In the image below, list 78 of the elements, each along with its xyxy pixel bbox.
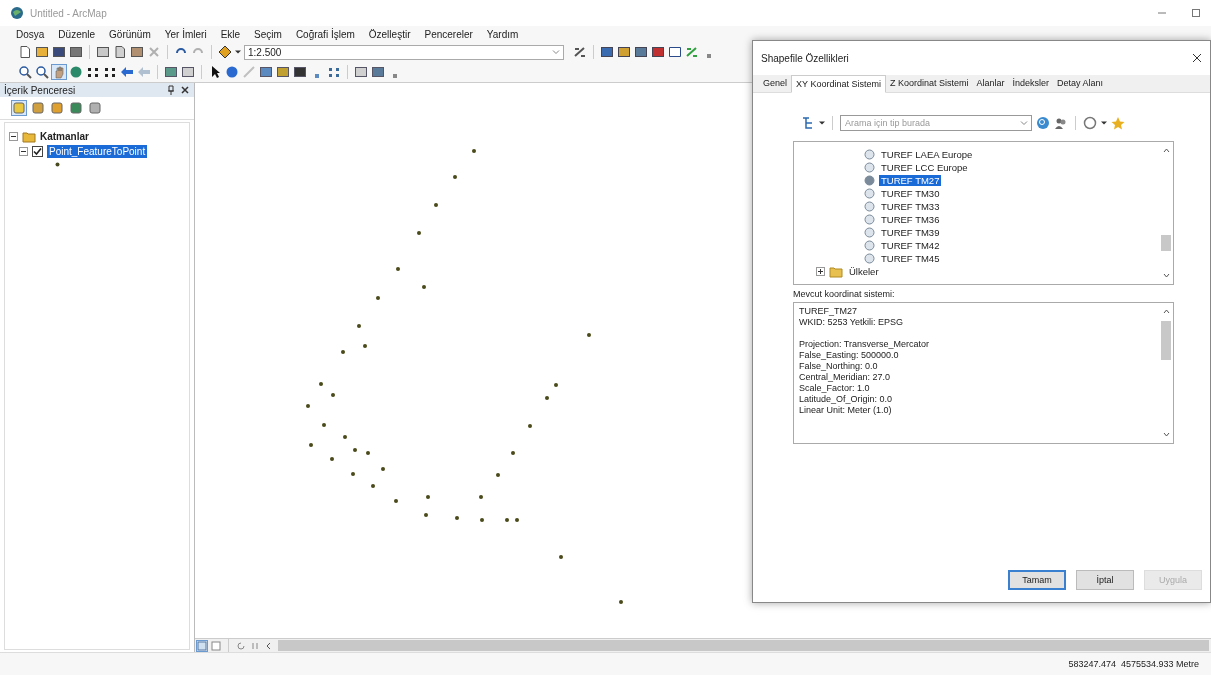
search-icon[interactable] xyxy=(1036,116,1050,130)
list-item[interactable]: TUREF TM45 xyxy=(879,253,942,264)
scroll-up-icon[interactable] xyxy=(1161,146,1171,155)
people-icon[interactable] xyxy=(1054,116,1068,130)
new-document-icon[interactable] xyxy=(18,45,32,59)
checkbox[interactable] xyxy=(32,146,43,157)
expander-icon[interactable] xyxy=(19,147,28,156)
text-line: WKID: 5253 Yetkili: EPSG xyxy=(799,317,905,328)
star-icon[interactable] xyxy=(1111,116,1125,130)
field-label: Mevcut koordinat sistemi: xyxy=(793,289,896,299)
list-item[interactable]: TUREF TM42 xyxy=(879,240,942,251)
back-arrow-icon[interactable] xyxy=(120,65,134,79)
coordinates-readout: 583247.474 4575534.933 Metre xyxy=(1068,659,1199,669)
text-line: TUREF_TM27 xyxy=(799,306,858,317)
expander-icon[interactable] xyxy=(816,267,825,276)
list-item[interactable]: TUREF TM30 xyxy=(879,188,942,199)
menu-item[interactable]: Görünüm xyxy=(109,28,151,40)
list-item[interactable]: TUREF TM39 xyxy=(879,227,942,238)
text-line: Central_Meridian: 27.0 xyxy=(799,372,892,383)
scrollbar-thumb[interactable] xyxy=(1161,235,1171,252)
tab[interactable]: İndeksler xyxy=(1008,75,1053,92)
list-item[interactable]: TUREF TM33 xyxy=(879,201,942,212)
tab[interactable]: Alanlar xyxy=(972,75,1009,92)
horizontal-scrollbar[interactable] xyxy=(278,640,1209,651)
menu-item[interactable]: Pencereler xyxy=(424,28,473,40)
text-line: False_Easting: 500000.0 xyxy=(799,350,900,361)
pin-icon[interactable] xyxy=(166,85,176,95)
scroll-down-icon[interactable] xyxy=(1161,430,1171,439)
scrollbar-thumb[interactable] xyxy=(1161,321,1171,360)
zoom-in-icon[interactable] xyxy=(18,65,32,79)
menu-item[interactable]: Düzenle xyxy=(58,28,96,40)
scroll-down-icon[interactable] xyxy=(1161,271,1171,280)
text-line: Latitude_Of_Origin: 0.0 xyxy=(799,394,894,405)
folder-icon xyxy=(829,264,843,279)
maximize-icon[interactable] xyxy=(1191,8,1201,18)
search-field[interactable]: Arama için tip burada xyxy=(840,115,1032,131)
tab[interactable]: Genel xyxy=(759,75,792,92)
list-item[interactable]: TUREF LAEA Europe xyxy=(879,149,975,160)
text-line: Projection: Transverse_Mercator xyxy=(799,339,931,350)
menu-item[interactable]: Ekle xyxy=(220,28,241,40)
pan-icon[interactable] xyxy=(52,65,66,79)
menu-item[interactable]: Seçim xyxy=(254,28,282,40)
copy-icon[interactable] xyxy=(113,45,127,59)
tab[interactable]: Detay Alanı xyxy=(1053,75,1108,92)
text-line: Scale_Factor: 1.0 xyxy=(799,383,871,394)
dialog-button[interactable]: Tamam xyxy=(1008,570,1066,590)
tab[interactable]: XY Koordinat Sistemi xyxy=(791,75,886,93)
text-line: Linear Unit: Meter (1.0) xyxy=(799,405,893,416)
refresh-icon[interactable] xyxy=(236,640,246,651)
list-item[interactable]: TUREF TM36 xyxy=(879,214,942,225)
panel-title: İçerik Penceresi xyxy=(4,84,77,96)
window-title: Untitled - ArcMap xyxy=(30,7,107,19)
tree-item[interactable]: Katmanlar xyxy=(40,131,89,142)
layer-name[interactable]: Point_FeatureToPoint xyxy=(47,145,148,158)
text-line: False_Northing: 0.0 xyxy=(799,361,879,372)
caret-icon[interactable] xyxy=(819,120,825,126)
caret-icon[interactable] xyxy=(235,49,241,55)
tab[interactable]: Z Koordinat Sistemi xyxy=(885,75,973,92)
scroll-up-icon[interactable] xyxy=(1161,307,1171,316)
menu-item[interactable]: Özelleştir xyxy=(368,28,411,40)
list-item[interactable]: TUREF TM27 xyxy=(879,175,942,186)
filter-icon[interactable] xyxy=(801,116,815,130)
list-item[interactable]: TUREF LCC Europe xyxy=(879,162,970,173)
expander-icon[interactable] xyxy=(9,132,18,141)
list-item[interactable]: Ülkeler xyxy=(847,266,881,277)
dialog-button[interactable]: İptal xyxy=(1076,570,1134,590)
scale-field[interactable]: 1:2.500 xyxy=(244,44,564,60)
dialog-title: Shapefile Özellikleri xyxy=(761,52,849,64)
menu-item[interactable]: Dosya xyxy=(16,28,45,40)
menu-item[interactable]: Yardım xyxy=(486,28,519,40)
layers-folder-icon xyxy=(22,129,36,144)
zoom-out-icon[interactable] xyxy=(35,65,49,79)
close-icon[interactable] xyxy=(1192,53,1202,63)
caret-icon[interactable] xyxy=(1101,120,1107,126)
menu-item[interactable]: Coğrafi İşlem xyxy=(295,28,355,40)
app-globe-icon xyxy=(10,6,24,20)
menu-item[interactable]: Yer İmleri xyxy=(164,28,207,40)
close-icon[interactable] xyxy=(180,85,190,95)
